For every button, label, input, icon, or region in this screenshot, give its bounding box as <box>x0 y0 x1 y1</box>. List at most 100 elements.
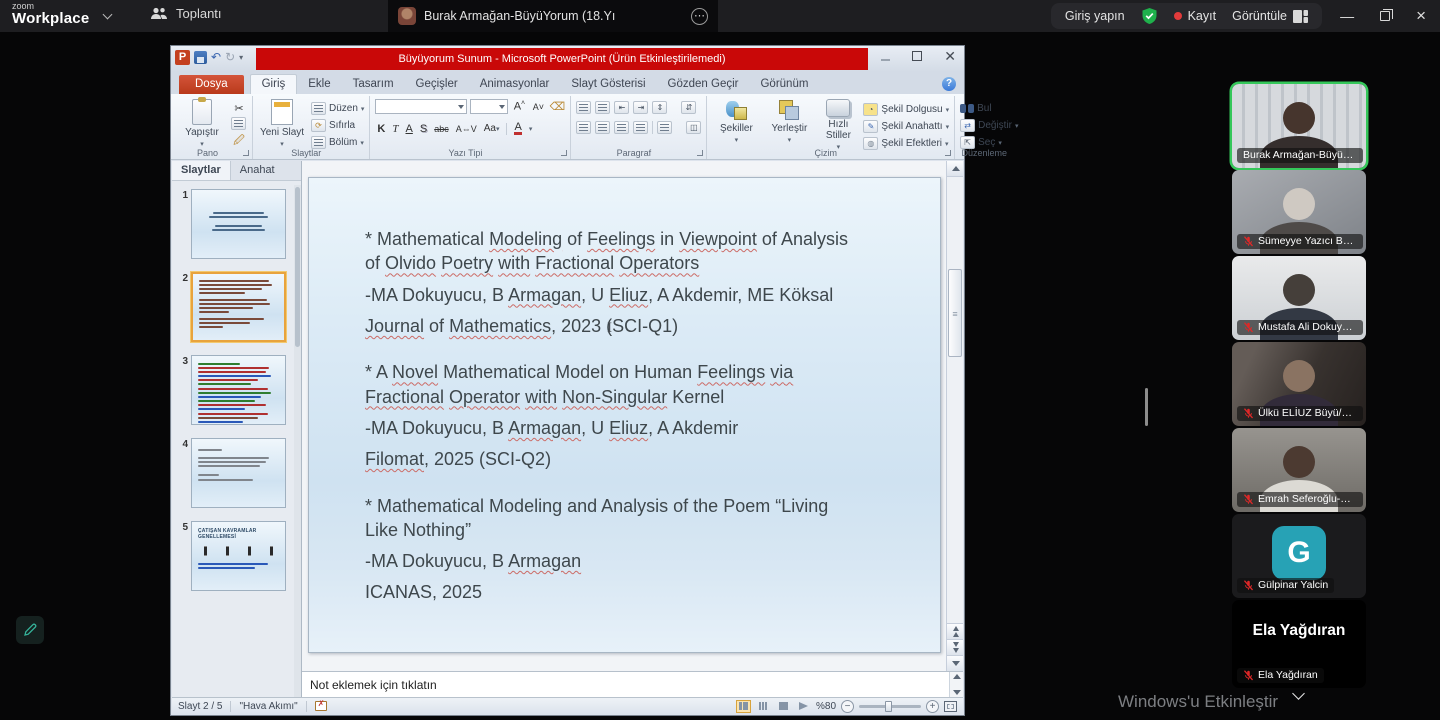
shrink-font-icon[interactable]: A˅ <box>530 102 546 112</box>
quick-styles-button[interactable]: Hızlı Stiller ▾ <box>818 99 858 151</box>
more-options-icon[interactable]: ⋯ <box>691 7 708 25</box>
participant-tile[interactable]: Ülkü ELİUZ Büyü/Yoru... <box>1232 342 1366 426</box>
vertical-scrollbar[interactable] <box>946 161 963 671</box>
ribbon-tab-gözden-geçir[interactable]: Gözden Geçir <box>657 75 750 94</box>
change-case-button[interactable]: Aa▾ <box>484 123 500 134</box>
reading-view-button[interactable] <box>776 700 791 713</box>
panel-scrollbar[interactable] <box>294 185 301 697</box>
italic-button[interactable]: T <box>392 123 398 135</box>
ppt-minimize-button[interactable] <box>881 59 891 61</box>
grow-font-icon[interactable]: A˄ <box>511 100 527 113</box>
ribbon-tab-ekle[interactable]: Ekle <box>297 75 341 94</box>
slide-thumbnail-4[interactable]: 4 <box>176 438 292 508</box>
dialog-launcher-icon[interactable] <box>561 150 568 156</box>
slide-thumbnail-2[interactable]: 2 <box>176 272 292 342</box>
justify-icon[interactable] <box>633 121 649 134</box>
clear-formatting-icon[interactable]: ⌫ <box>549 100 566 113</box>
undo-icon[interactable]: ↶ <box>211 51 221 64</box>
restore-button[interactable] <box>1380 9 1394 21</box>
shapes-button[interactable]: Şekiller ▾ <box>712 99 760 144</box>
font-size-select[interactable] <box>470 99 509 114</box>
meeting-tab[interactable]: Toplantı <box>150 6 222 21</box>
notes-pane[interactable]: Not eklemek için tıklatın <box>302 671 963 697</box>
zoom-slider[interactable] <box>859 700 921 712</box>
slide-canvas[interactable]: * Mathematical Modeling of Feelings in V… <box>308 177 941 653</box>
shape-fill-button[interactable]: ◔ Şekil Dolgusu ▾ <box>863 102 949 117</box>
arrange-button[interactable]: Yerleştir ▾ <box>765 99 813 144</box>
slide-thumbnail-5[interactable]: 5 ÇATIŞAN KAVRAMLAR GENELLEMESİ <box>176 521 292 591</box>
ppt-maximize-button[interactable] <box>912 51 923 61</box>
collapse-thumbnails-button[interactable] <box>1284 684 1312 702</box>
numbering-icon[interactable] <box>595 101 611 114</box>
smartart-icon[interactable]: ◫ <box>686 121 702 134</box>
help-icon[interactable]: ? <box>942 77 956 91</box>
spellcheck-icon[interactable] <box>314 699 327 711</box>
redo-icon[interactable]: ↻ <box>225 51 235 64</box>
bold-button[interactable]: K <box>377 123 385 135</box>
align-right-icon[interactable] <box>614 121 630 134</box>
copy-icon[interactable] <box>231 117 246 130</box>
participant-tile[interactable]: Ela Yağdıran Ela Yağdıran <box>1232 600 1366 688</box>
sign-in-button[interactable]: Giriş yapın <box>1065 9 1125 23</box>
align-left-icon[interactable] <box>576 121 592 134</box>
zoom-out-button[interactable]: − <box>841 699 854 713</box>
tab-anahat[interactable]: Anahat <box>231 161 284 180</box>
ribbon-tab-görünüm[interactable]: Görünüm <box>749 75 819 94</box>
participant-tile[interactable]: G Gülpinar Yalcin <box>1232 514 1366 598</box>
replace-button[interactable]: ⇄ Değiştir ▾ <box>960 118 1019 133</box>
participant-tile[interactable]: Sümeyye Yazıcı Büyü/... <box>1232 170 1366 254</box>
paste-button[interactable]: Yapıştır ▾ <box>178 97 226 148</box>
zoom-in-button[interactable]: + <box>926 699 939 713</box>
slide-thumbnail-1[interactable]: 1 <box>176 189 292 259</box>
fit-to-window-button[interactable] <box>944 700 957 712</box>
slide-editor[interactable]: * Mathematical Modeling of Feelings in V… <box>302 161 963 671</box>
new-slide-button[interactable]: Yeni Slayt ▾ <box>258 99 306 148</box>
dialog-launcher-icon[interactable] <box>243 150 249 156</box>
font-name-select[interactable] <box>375 99 468 114</box>
chevron-down-icon[interactable] <box>102 9 113 20</box>
char-spacing-button[interactable]: A⇔V <box>456 124 477 134</box>
close-button[interactable]: × <box>1416 6 1426 26</box>
ribbon-tab-animasyonlar[interactable]: Animasyonlar <box>469 75 561 94</box>
notes-scrollbar[interactable] <box>949 672 963 697</box>
ribbon-tab-tasarım[interactable]: Tasarım <box>342 75 405 94</box>
scrollbar-thumb[interactable] <box>948 269 962 357</box>
view-button[interactable]: Görüntüle <box>1232 9 1308 23</box>
find-button[interactable]: Bul <box>960 101 1018 116</box>
bullets-icon[interactable] <box>576 101 592 114</box>
underline-button[interactable]: A <box>406 123 413 135</box>
scroll-down-button[interactable] <box>947 655 963 671</box>
slideshow-button[interactable] <box>796 700 811 713</box>
scroll-up-button[interactable] <box>947 161 963 177</box>
normal-view-button[interactable] <box>735 699 751 713</box>
dialog-launcher-icon[interactable] <box>945 150 952 156</box>
dialog-launcher-icon[interactable] <box>697 150 704 156</box>
line-spacing-icon[interactable]: ⇕ <box>652 101 668 114</box>
text-direction-icon[interactable]: ⇵ <box>681 101 697 114</box>
save-icon[interactable] <box>194 51 207 64</box>
align-center-icon[interactable] <box>595 121 611 134</box>
next-slide-button[interactable] <box>947 639 963 655</box>
participant-tile[interactable]: Emrah Seferoğlu-Büyü... <box>1232 428 1366 512</box>
decrease-indent-icon[interactable]: ⇤ <box>614 101 630 114</box>
zoom-slider-thumb[interactable] <box>885 700 892 712</box>
notes-placeholder[interactable]: Not eklemek için tıklatın <box>302 678 949 692</box>
annotation-pencil-button[interactable] <box>16 616 44 644</box>
ribbon-tab-slayt-gösterisi[interactable]: Slayt Gösterisi <box>560 75 656 94</box>
tab-dosya[interactable]: Dosya <box>179 75 244 94</box>
increase-indent-icon[interactable]: ⇥ <box>633 101 649 114</box>
slide-thumbnail-3[interactable]: 3 <box>176 355 292 425</box>
participant-tile[interactable]: Burak Armağan-BüyüYoru... <box>1232 84 1366 168</box>
columns-icon[interactable] <box>657 121 673 134</box>
ribbon-tab-giriş[interactable]: Giriş <box>249 74 298 94</box>
slide-sorter-button[interactable] <box>756 700 771 713</box>
strip-scrollbar-thumb[interactable] <box>1145 388 1148 426</box>
minimize-button[interactable]: — <box>1340 8 1354 24</box>
recording-indicator[interactable]: Kayıt <box>1173 9 1216 23</box>
ppt-close-button[interactable]: ✕ <box>944 49 956 63</box>
participant-tile[interactable]: Mustafa Ali Dokuyucu <box>1232 256 1366 340</box>
shape-outline-button[interactable]: ✎ Şekil Anahattı ▾ <box>863 119 949 134</box>
previous-slide-button[interactable] <box>947 623 963 639</box>
meeting-window-tab[interactable]: Burak Armağan-BüyüYorum (18.Yı ⋯ <box>388 0 718 32</box>
cut-icon[interactable]: ✂ <box>231 102 247 115</box>
